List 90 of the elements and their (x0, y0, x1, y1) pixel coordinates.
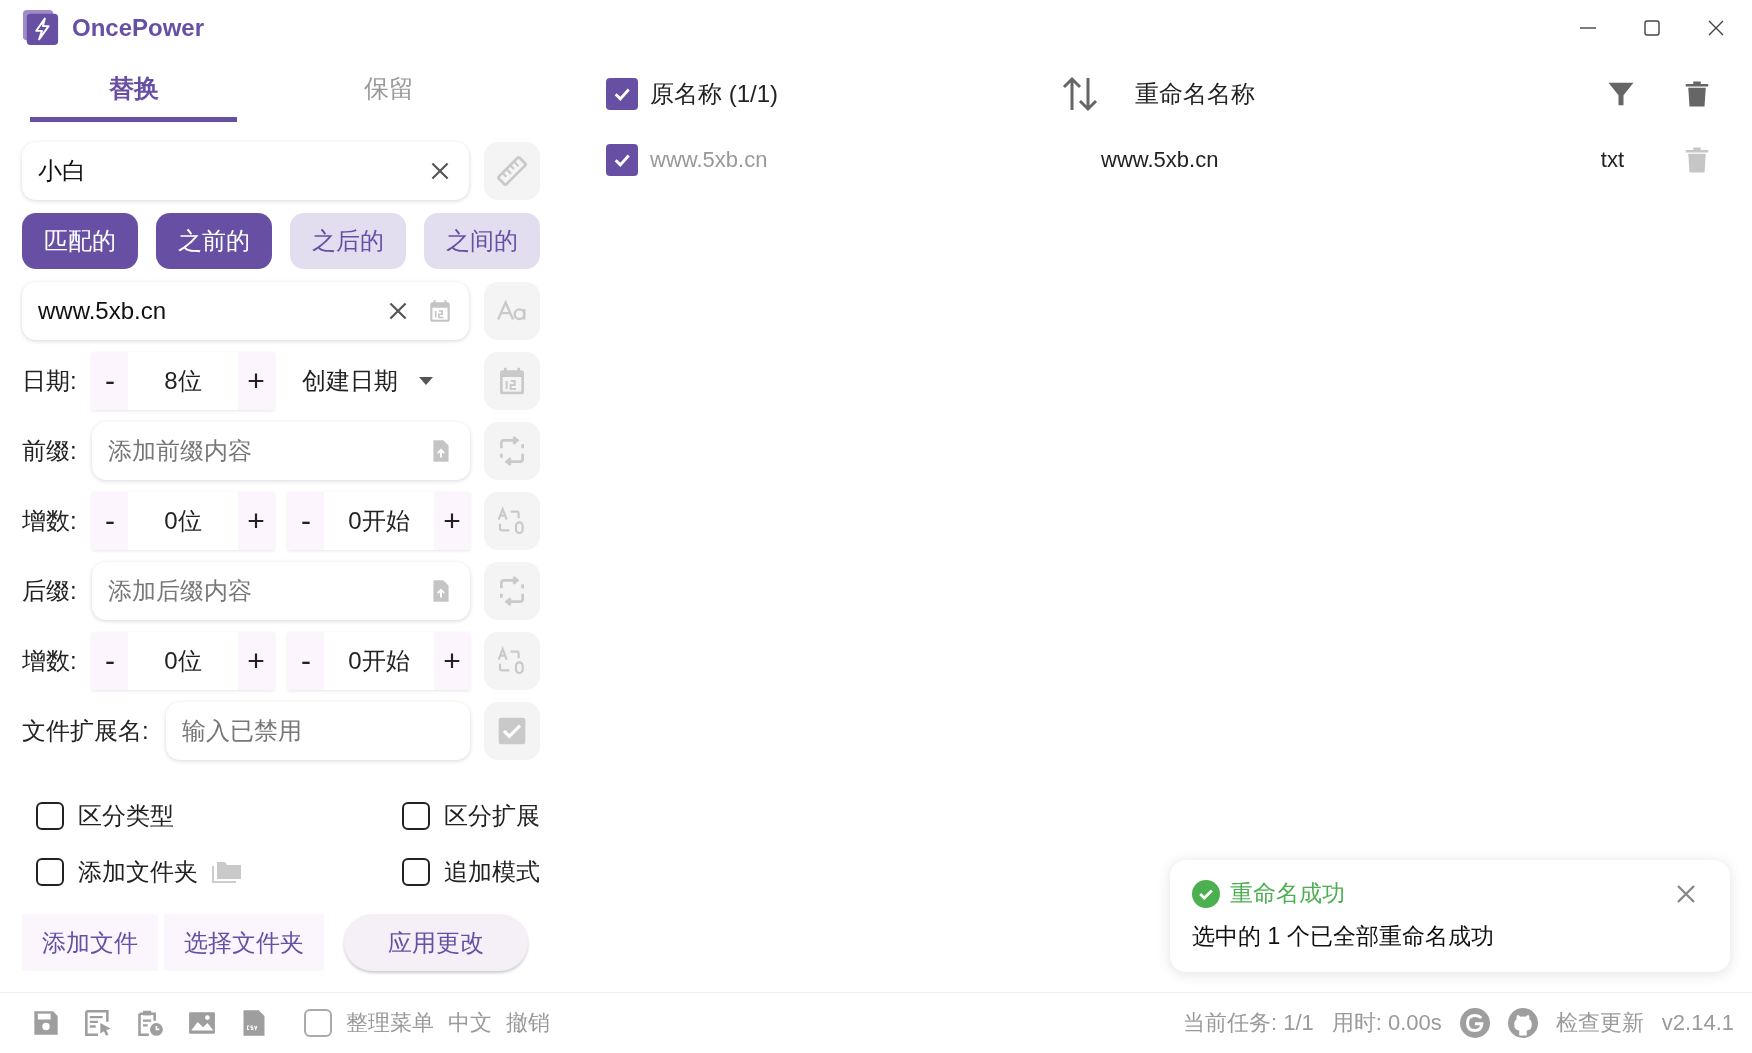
decrement-button[interactable]: - (92, 492, 128, 550)
column-header: 重命名名称 (1135, 79, 1256, 109)
number-stepper[interactable]: - 0位 + (92, 632, 274, 690)
organize-menu-checkbox[interactable] (304, 1009, 332, 1037)
stepper-value: 0位 (163, 506, 203, 536)
row-checkbox[interactable] (606, 144, 638, 176)
confirm-button[interactable] (484, 702, 540, 760)
option-label: 添加文件夹 (78, 857, 198, 887)
caret-icon (418, 376, 434, 386)
option-label: 区分扩展 (444, 801, 540, 831)
stepper-value: 0开始 (347, 506, 411, 536)
toast-title: 重命名成功 (1230, 879, 1346, 908)
match-mode-button[interactable]: 匹配的 (22, 213, 138, 269)
swap-button[interactable] (484, 562, 540, 620)
sort-icon[interactable] (1060, 74, 1100, 114)
increment-button[interactable]: + (238, 352, 274, 410)
save-icon[interactable] (32, 1009, 60, 1037)
find-input[interactable]: 小白 (38, 157, 411, 185)
digits-stepper[interactable]: - 8位 + (92, 352, 274, 410)
organize-menu-label: 整理菜单 (346, 1009, 434, 1037)
decrement-button[interactable]: - (288, 492, 324, 550)
toast-message: 选中的 1 个已全部重命名成功 (1192, 922, 1495, 951)
row-label: 增数: (22, 646, 78, 676)
number-stepper[interactable]: - 0位 + (92, 492, 274, 550)
checkbox[interactable] (36, 802, 64, 830)
match-mode-button[interactable]: 之后的 (290, 213, 406, 269)
ruler-button[interactable] (484, 142, 540, 200)
octocat-icon[interactable] (1507, 1008, 1538, 1038)
text-input[interactable]: 添加后缀内容 (108, 577, 412, 605)
checkbox[interactable] (36, 858, 64, 886)
number-stepper[interactable]: - 0开始 + (288, 632, 470, 690)
increment-button[interactable]: + (238, 492, 274, 550)
version-label: v2.14.1 (1661, 1010, 1734, 1036)
extension-label: 文件扩展名: (22, 716, 150, 746)
calendar-icon[interactable] (427, 298, 453, 324)
decrement-button[interactable]: - (92, 352, 128, 410)
option-label: 追加模式 (444, 857, 540, 887)
option-label: 区分类型 (78, 801, 174, 831)
stepper-value: 0位 (163, 646, 203, 676)
decrement-button[interactable]: - (288, 632, 324, 690)
maximize-icon[interactable] (1642, 18, 1662, 38)
text-field[interactable]: 添加后缀内容 (92, 562, 470, 620)
checkbox[interactable] (402, 858, 430, 886)
text-field[interactable]: 添加前缀内容 (92, 422, 470, 480)
replace-input[interactable]: www.5xb.cn (38, 297, 369, 325)
tab[interactable]: 替换 (30, 56, 238, 122)
case-button[interactable] (484, 282, 540, 340)
g-logo-icon[interactable] (1459, 1008, 1490, 1038)
folders-icon[interactable] (212, 860, 242, 884)
numbering-button[interactable] (484, 632, 540, 690)
row-label: 增数: (22, 506, 78, 536)
lightning-logo-icon (22, 9, 60, 47)
number-stepper[interactable]: - 0开始 + (288, 492, 470, 550)
stepper-value: 8位 (163, 366, 203, 396)
find-field[interactable]: 小白 (22, 142, 469, 200)
action-button[interactable]: 选择文件夹 (164, 914, 324, 971)
ruler-icon (496, 155, 528, 187)
action-button[interactable]: 应用更改 (344, 914, 528, 971)
image-icon[interactable] (188, 1009, 216, 1037)
replace-field[interactable]: www.5xb.cn (22, 282, 469, 340)
swap-button[interactable] (484, 422, 540, 480)
decrement-button[interactable]: - (92, 632, 128, 690)
renamed-name-cell-text: www.5xb.cn (1101, 147, 1220, 173)
date-label: 日期: (22, 366, 78, 396)
task-status: 当前任务: 1/1 (1182, 1009, 1314, 1037)
increment-button[interactable]: + (238, 632, 274, 690)
numbering-button[interactable] (484, 492, 540, 550)
app-title: OncePower (72, 14, 205, 42)
row-label: 前缀: (22, 436, 78, 466)
stepper-value: 0开始 (347, 646, 411, 676)
increment-button[interactable]: + (434, 492, 470, 550)
document-cursor-icon[interactable] (84, 1009, 112, 1037)
close-icon[interactable] (1706, 18, 1726, 38)
column-header: 原名称 (1/1) (650, 79, 779, 109)
date-type-dropdown[interactable]: 创建日期 (302, 365, 434, 397)
clipboard-clock-icon[interactable] (136, 1009, 164, 1037)
original-name-cell-text: www.5xb.cn (650, 147, 769, 173)
calendar-button[interactable] (484, 352, 540, 410)
success-check-icon (1192, 879, 1220, 908)
increment-button[interactable]: + (434, 632, 470, 690)
match-mode-button[interactable]: 之间的 (424, 213, 540, 269)
checkbox[interactable] (402, 802, 430, 830)
checkbox-icon (496, 715, 528, 747)
select-all-checkbox[interactable] (606, 78, 638, 110)
match-mode-button[interactable]: 之前的 (156, 213, 272, 269)
elapsed-time: 用时: 0.00s (1331, 1009, 1442, 1037)
extension-cell: txt (1600, 147, 1624, 173)
text-input[interactable]: 添加前缀内容 (108, 437, 412, 465)
action-button[interactable]: 添加文件 (22, 914, 158, 971)
row-label: 后缀: (22, 576, 78, 606)
